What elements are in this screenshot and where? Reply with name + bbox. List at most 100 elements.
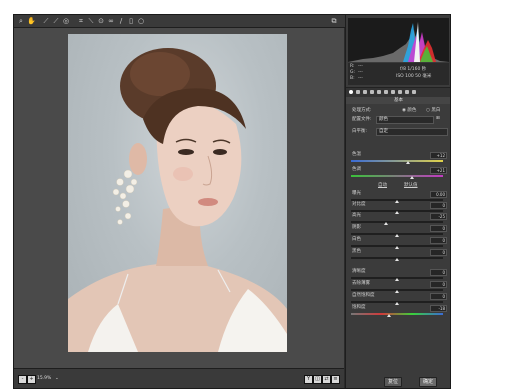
- slider-label: 对比度: [352, 202, 366, 207]
- slider-row: 阴影 0: [346, 225, 450, 237]
- profile-label: 配置文件:: [352, 117, 372, 122]
- slider-label: 饱和度: [352, 305, 366, 310]
- slider-row: 去除薄雾 0: [346, 281, 450, 293]
- calibration-tab-icon[interactable]: [398, 90, 402, 94]
- panel-title: 基本: [346, 97, 450, 104]
- exposure-info: f/8 1/160 秒: [400, 67, 427, 72]
- zoom-level[interactable]: 15.9%: [37, 376, 51, 382]
- slider-track[interactable]: [351, 221, 443, 225]
- portrait-photo: [68, 34, 287, 352]
- swap-icon[interactable]: ⇄: [322, 375, 331, 384]
- slider-row: 白色 0: [346, 237, 450, 249]
- portrait-illustration: [68, 48, 287, 352]
- process-bw-label: 黑白: [431, 108, 441, 113]
- slider-label: 色温: [352, 152, 361, 157]
- histogram: [348, 18, 449, 62]
- view-y-button[interactable]: Y: [304, 375, 313, 384]
- auto-button[interactable]: 自动: [378, 183, 387, 189]
- slider-thumb[interactable]: [406, 161, 411, 164]
- graduated-filter-icon[interactable]: ▯: [127, 17, 135, 25]
- slider-value[interactable]: 0: [430, 237, 447, 244]
- image-canvas[interactable]: [14, 28, 344, 368]
- slider-value[interactable]: -18: [430, 305, 447, 312]
- profile-browser-icon[interactable]: ⊞: [436, 116, 440, 122]
- slider-value[interactable]: 0: [430, 225, 447, 232]
- crop-icon[interactable]: ⌗: [77, 17, 85, 25]
- slider-value[interactable]: -25: [430, 213, 447, 220]
- preferences-icon[interactable]: ⧉: [330, 17, 338, 25]
- presets-tab-icon[interactable]: [405, 90, 409, 94]
- slider-value[interactable]: 0: [430, 249, 447, 256]
- slider-label: 高光: [352, 213, 361, 218]
- effects-tab-icon[interactable]: [391, 90, 395, 94]
- red-eye-icon[interactable]: ∞: [107, 17, 115, 25]
- zoom-in-button[interactable]: +: [27, 375, 36, 384]
- slider-label: 色调: [352, 167, 361, 172]
- white-balance-select[interactable]: 自定: [376, 128, 448, 136]
- detail-tab-icon[interactable]: [363, 90, 367, 94]
- slider-track[interactable]: [351, 313, 443, 317]
- settings-icon[interactable]: ≡: [331, 375, 340, 384]
- spot-removal-icon[interactable]: ⊙: [97, 17, 105, 25]
- iso-info: ISO 100 50 毫米: [396, 74, 432, 79]
- slider-label: 白色: [352, 237, 361, 242]
- slider-track[interactable]: [351, 301, 443, 305]
- slider-thumb[interactable]: [386, 314, 391, 317]
- ok-button[interactable]: 确定: [419, 377, 437, 387]
- slider-value[interactable]: 0: [430, 281, 447, 288]
- profile-select[interactable]: 颜色: [376, 116, 434, 124]
- slider-track[interactable]: [351, 160, 443, 164]
- tone-curve-tab-icon[interactable]: [356, 90, 360, 94]
- b-value: ---: [358, 76, 363, 81]
- eyedropper-icon[interactable]: ⟋: [42, 17, 50, 25]
- process-color-radio[interactable]: ◉ 颜色: [402, 108, 416, 114]
- slider-track[interactable]: [351, 277, 443, 281]
- slider-row: 高光 -25: [346, 213, 450, 225]
- reset-button[interactable]: 复位: [384, 377, 402, 387]
- bottom-bar: - + 15.9% ⌄ Y ◫ ⇄ ≡: [14, 368, 344, 388]
- slider-row: 色调 +21: [346, 167, 450, 179]
- default-button[interactable]: 默认值: [404, 183, 418, 189]
- b-label: B:: [350, 76, 355, 81]
- zoom-dropdown-icon[interactable]: ⌄: [55, 376, 59, 382]
- slider-track[interactable]: [351, 233, 443, 237]
- slider-value[interactable]: +21: [430, 167, 447, 174]
- slider-value[interactable]: +12: [430, 152, 447, 159]
- radial-filter-icon[interactable]: ○: [137, 17, 145, 25]
- slider-value[interactable]: 0: [430, 269, 447, 276]
- slider-row: 饱和度 -18: [346, 305, 450, 317]
- color-sampler-icon[interactable]: ⟋: [52, 17, 60, 25]
- lens-tab-icon[interactable]: [384, 90, 388, 94]
- snapshots-tab-icon[interactable]: [412, 90, 416, 94]
- before-after-icon[interactable]: ◫: [313, 375, 322, 384]
- slider-label: 黑色: [352, 249, 361, 254]
- slider-value[interactable]: 0: [430, 202, 447, 209]
- slider-thumb[interactable]: [409, 176, 414, 179]
- split-toning-tab-icon[interactable]: [377, 90, 381, 94]
- slider-thumb[interactable]: [395, 258, 399, 261]
- targeted-adjust-icon[interactable]: ◎: [62, 17, 70, 25]
- slider-label: 曝光: [352, 191, 361, 196]
- slider-track[interactable]: [351, 199, 443, 203]
- slider-value[interactable]: 0.00: [430, 191, 447, 198]
- slider-row: 黑色 0: [346, 249, 450, 261]
- straighten-icon[interactable]: ⟍: [87, 17, 95, 25]
- process-color-label: 颜色: [407, 108, 417, 113]
- hand-icon[interactable]: ✋: [27, 17, 36, 25]
- adjustment-brush-icon[interactable]: /: [117, 17, 125, 25]
- slider-label: 清晰度: [352, 269, 366, 274]
- hsl-tab-icon[interactable]: [370, 90, 374, 94]
- basic-tab-icon[interactable]: [349, 90, 353, 94]
- slider-value[interactable]: 0: [430, 293, 447, 300]
- process-bw-radio[interactable]: ○ 黑白: [426, 108, 440, 114]
- slider-track[interactable]: [351, 257, 443, 261]
- slider-row: 清晰度 0: [346, 269, 450, 281]
- slider-track[interactable]: [351, 245, 443, 249]
- histogram-graph: [348, 22, 449, 62]
- zoom-icon[interactable]: ⌕: [17, 17, 25, 25]
- slider-label: 自然饱和度: [352, 293, 375, 298]
- slider-track[interactable]: [351, 175, 443, 179]
- slider-track[interactable]: [351, 210, 443, 214]
- zoom-out-button[interactable]: -: [18, 375, 27, 384]
- slider-track[interactable]: [351, 289, 443, 293]
